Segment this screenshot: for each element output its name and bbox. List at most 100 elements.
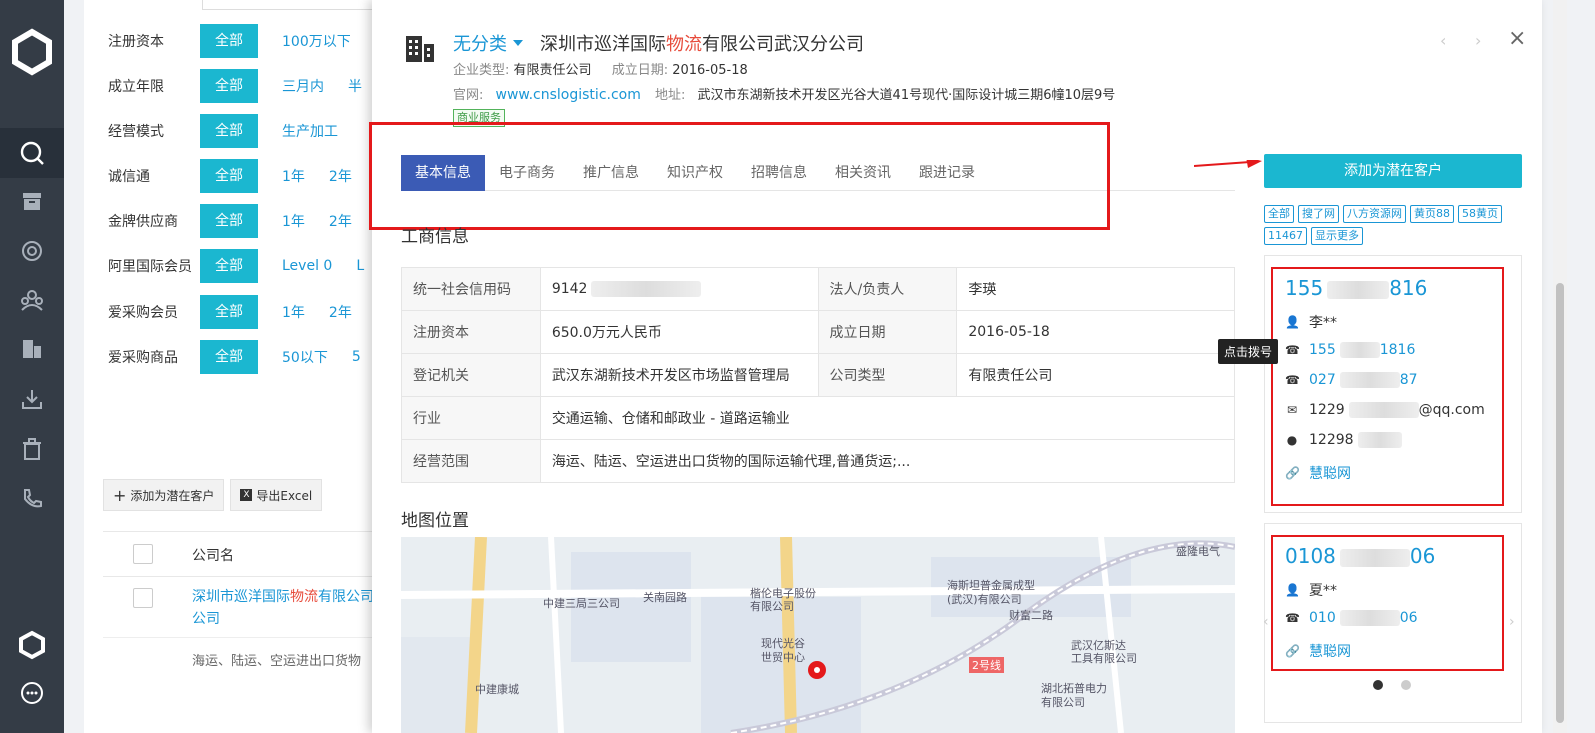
source-tag[interactable]: 搜了网: [1298, 205, 1339, 223]
chevron-right-icon[interactable]: ›: [1475, 31, 1481, 50]
filter-option[interactable]: 半: [348, 76, 362, 96]
map-label: (武汉)有限公司: [947, 593, 1022, 606]
filter-option[interactable]: 50以下: [282, 347, 328, 367]
table-row[interactable]: 深圳市巡洋国际物流有限公司 公司 海运、陆运、空运进出口货物: [103, 578, 403, 669]
info-key: 法人/负责人: [817, 267, 958, 311]
source-tag[interactable]: 58黄页: [1458, 205, 1502, 223]
source-tag-more[interactable]: 显示更多: [1311, 227, 1363, 245]
source-tag[interactable]: 11467: [1264, 227, 1307, 245]
title-highlight: 物流: [666, 34, 702, 55]
info-key: 行业: [401, 396, 541, 440]
export-excel-button[interactable]: X 导出Excel: [230, 479, 323, 511]
filter-all-button[interactable]: 全部: [200, 159, 258, 193]
source-tag[interactable]: 八方资源网: [1343, 205, 1406, 223]
filter-option[interactable]: 2年: [329, 166, 352, 186]
add-prospect-button[interactable]: + 添加为潜在客户: [103, 479, 225, 511]
row-checkbox[interactable]: [133, 588, 153, 608]
scrollbar-thumb[interactable]: [1556, 283, 1564, 723]
credit-code-value: 9142: [551, 281, 588, 297]
filter-option[interactable]: 1年: [282, 211, 305, 231]
map-label: 中建三局三公司: [543, 597, 620, 610]
nav-aperture[interactable]: [0, 226, 64, 276]
filter-all-button[interactable]: 全部: [200, 249, 258, 283]
source-tag[interactable]: 全部: [1264, 205, 1294, 223]
filter-all-button[interactable]: 全部: [200, 69, 258, 103]
nav-chat[interactable]: [0, 668, 64, 718]
carousel-dot[interactable]: [1401, 680, 1411, 690]
search-box-edge: [202, 0, 382, 10]
carousel-prev-icon[interactable]: ‹: [1263, 614, 1269, 630]
filter-all-button[interactable]: 全部: [200, 114, 258, 148]
nav-building[interactable]: [0, 324, 64, 374]
filter-label: 诚信通: [108, 169, 150, 185]
map-label: 世贸中心: [761, 651, 805, 664]
carousel-dot-active[interactable]: [1373, 680, 1383, 690]
info-value: 2016-05-18: [956, 310, 1235, 354]
scrollbar[interactable]: [1553, 0, 1567, 733]
filter-option[interactable]: 1年: [282, 166, 305, 186]
redacted-block: [591, 281, 702, 297]
filter-row: 成立年限 全部 三月内 半: [108, 69, 408, 103]
map-label: 盛隆电气: [1176, 545, 1220, 558]
select-all-checkbox[interactable]: [133, 544, 153, 564]
map-label: 有限公司: [1041, 696, 1085, 709]
table-row: 行业 交通运输、仓储和邮政业 - 道路运输业: [401, 396, 1236, 440]
source-filter-tags: 全部 搜了网 八方资源网 黄页88 58黄页 11467 显示更多: [1264, 205, 1514, 245]
map-label: 财富二路: [1009, 609, 1053, 622]
title-part: 有限公司武汉分公司: [702, 34, 864, 55]
add-prospect-primary-button[interactable]: 添加为潜在客户: [1264, 154, 1522, 188]
info-key: 统一社会信用码: [401, 267, 541, 311]
website-link[interactable]: www.cnslogistic.com: [496, 87, 641, 103]
nav-archive[interactable]: [0, 176, 64, 226]
filter-option[interactable]: 5: [352, 349, 361, 365]
filter-option[interactable]: 生产加工: [282, 121, 338, 141]
info-key: 公司类型: [817, 353, 958, 397]
info-key: 注册资本: [401, 310, 541, 354]
nav-search[interactable]: [0, 128, 64, 178]
filter-option[interactable]: 2年: [329, 302, 352, 322]
title-part: 深圳市巡洋国际: [540, 34, 666, 55]
filter-option[interactable]: 三月内: [282, 76, 324, 96]
nav-brand[interactable]: [0, 620, 64, 670]
filter-row: 金牌供应商 全部 1年 2年: [108, 204, 408, 238]
filter-label: 爱采购会员: [108, 305, 178, 321]
category-dropdown[interactable]: 无分类: [453, 30, 523, 56]
nav-trash[interactable]: [0, 424, 64, 474]
founded-value: 2016-05-18: [672, 63, 748, 78]
brand-hexagon-icon: [19, 630, 45, 660]
filter-all-button[interactable]: 全部: [200, 340, 258, 374]
nav-users[interactable]: [0, 275, 64, 325]
filter-all-button[interactable]: 全部: [200, 24, 258, 58]
source-tag[interactable]: 黄页88: [1410, 205, 1454, 223]
add-prospect-label: 添加为潜在客户: [130, 488, 215, 503]
chevron-left-icon[interactable]: ‹: [1440, 31, 1446, 50]
type-value: 有限责任公司: [513, 63, 592, 78]
company-detail-modal: 无分类 深圳市巡洋国际物流有限公司武汉分公司 企业类型: 有限责任公司 成立日期…: [369, 0, 1542, 733]
map-roads: [401, 537, 1235, 733]
filter-label: 经营模式: [108, 124, 164, 140]
filter-label: 金牌供应商: [108, 214, 178, 230]
location-map[interactable]: 中建三局三公司 关南园路 楷伦电子股份 有限公司 海斯坦普金属成型 (武汉)有限…: [401, 537, 1235, 733]
nav-calls[interactable]: [0, 474, 64, 524]
close-icon[interactable]: ×: [1508, 28, 1526, 50]
row-name-part: 有限公司: [318, 589, 374, 605]
nav-download[interactable]: [0, 374, 64, 424]
filter-option[interactable]: Level 0: [282, 258, 332, 274]
section-title-map: 地图位置: [401, 511, 469, 531]
filter-all-button[interactable]: 全部: [200, 204, 258, 238]
info-value: 650.0万元人民币: [539, 310, 819, 354]
carousel-next-icon[interactable]: ›: [1509, 614, 1515, 630]
filter-all-button[interactable]: 全部: [200, 295, 258, 329]
annotation-box-card: [1271, 267, 1504, 506]
section-title-business: 工商信息: [401, 227, 469, 247]
dial-tooltip: 点击拨号: [1218, 339, 1279, 364]
filter-option[interactable]: L: [356, 258, 364, 274]
app-logo-icon[interactable]: [8, 28, 56, 76]
filter-option[interactable]: 100万以下: [282, 31, 351, 51]
column-header-company: 公司名: [192, 548, 234, 564]
filter-option[interactable]: 1年: [282, 302, 305, 322]
filter-option[interactable]: 2年: [329, 211, 352, 231]
row-company-name[interactable]: 深圳市巡洋国际物流有限公司 公司: [192, 586, 382, 630]
address-label: 地址:: [655, 88, 686, 103]
table-row: 登记机关 武汉东湖新技术开发区市场监督管理局 公司类型 有限责任公司: [401, 353, 1235, 397]
